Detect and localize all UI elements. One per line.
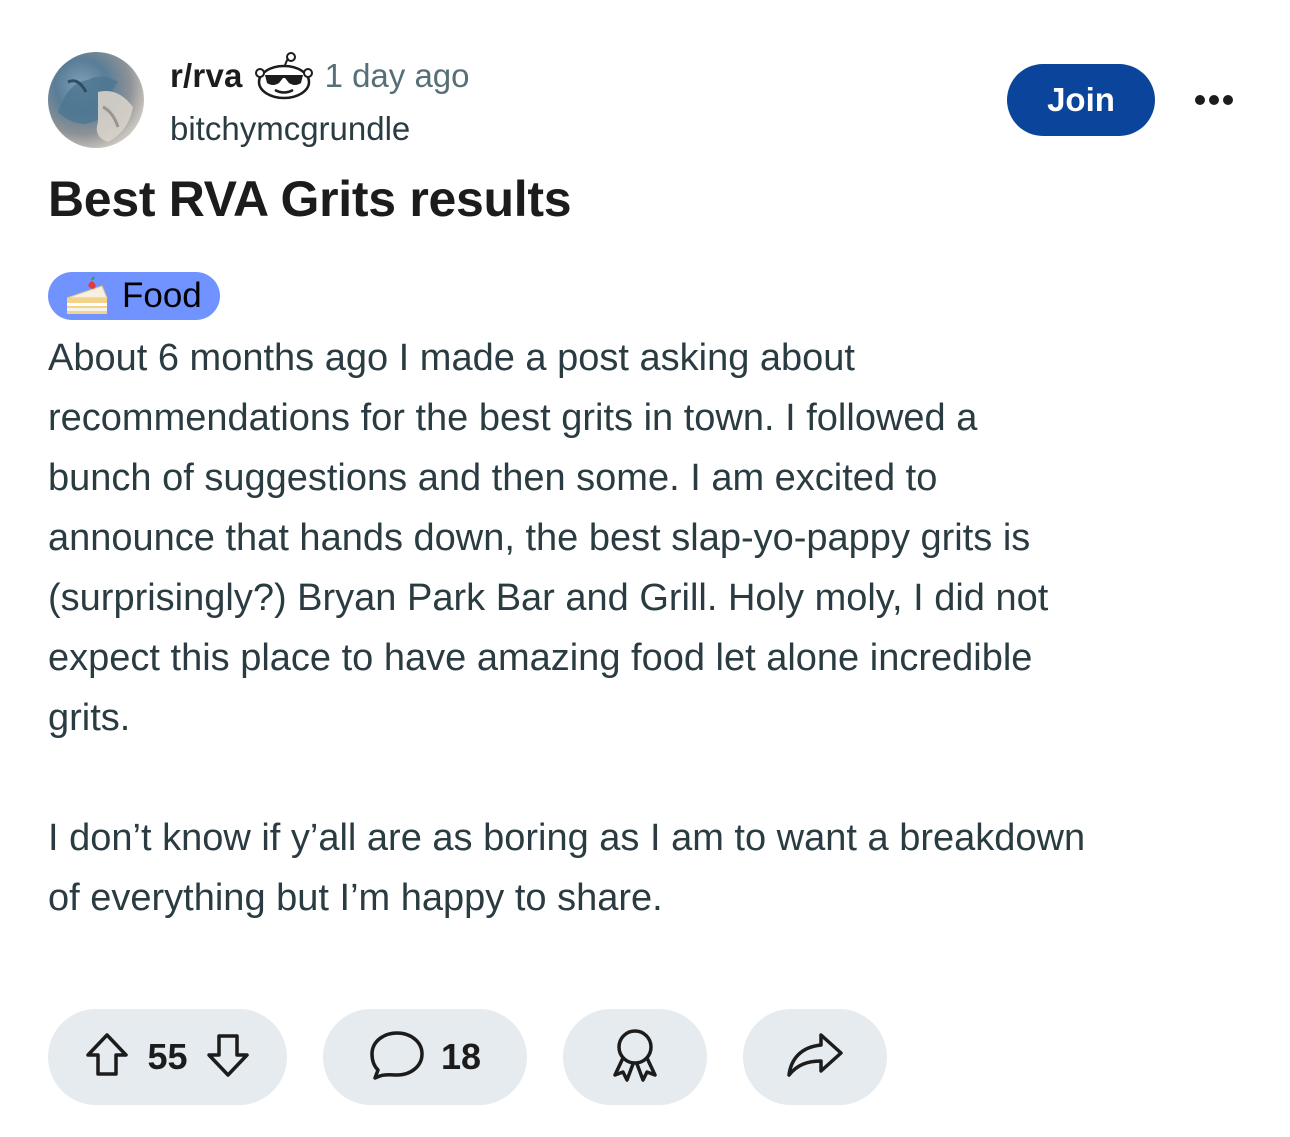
subreddit-avatar[interactable] xyxy=(48,52,144,148)
vote-bar: 55 xyxy=(48,1009,287,1105)
post-title[interactable]: Best RVA Grits results xyxy=(48,170,572,228)
shortcake-icon xyxy=(64,276,110,316)
award-button[interactable] xyxy=(563,1009,707,1105)
more-options-icon[interactable] xyxy=(1188,84,1240,116)
post-body: About 6 months ago I made a post asking … xyxy=(48,328,1248,928)
post-page: r/rva 1 day ago bitchymcgrundle Join Bes… xyxy=(0,0,1290,1137)
comments-button[interactable]: 18 xyxy=(323,1009,527,1105)
share-button[interactable] xyxy=(743,1009,887,1105)
flair-label: Food xyxy=(122,276,202,315)
body-paragraph: I don’t know if y’all are as boring as I… xyxy=(48,817,1086,919)
body-paragraph: About 6 months ago I made a post asking … xyxy=(48,337,1049,739)
post-flair[interactable]: Food xyxy=(48,272,220,320)
join-button[interactable]: Join xyxy=(1007,64,1155,136)
author-name[interactable]: bitchymcgrundle xyxy=(170,110,410,148)
comment-icon xyxy=(369,1029,425,1086)
upvote-icon[interactable] xyxy=(85,1032,129,1083)
comment-count: 18 xyxy=(440,1036,482,1077)
snoo-sunglasses-icon xyxy=(254,51,313,101)
post-time: 1 day ago xyxy=(324,57,470,94)
award-icon xyxy=(609,1027,661,1088)
share-icon xyxy=(785,1031,845,1084)
downvote-icon[interactable] xyxy=(206,1032,250,1083)
vote-score: 55 xyxy=(147,1036,188,1077)
post-meta-row: r/rva 1 day ago xyxy=(170,52,470,100)
subreddit-name[interactable]: r/rva xyxy=(170,57,243,95)
